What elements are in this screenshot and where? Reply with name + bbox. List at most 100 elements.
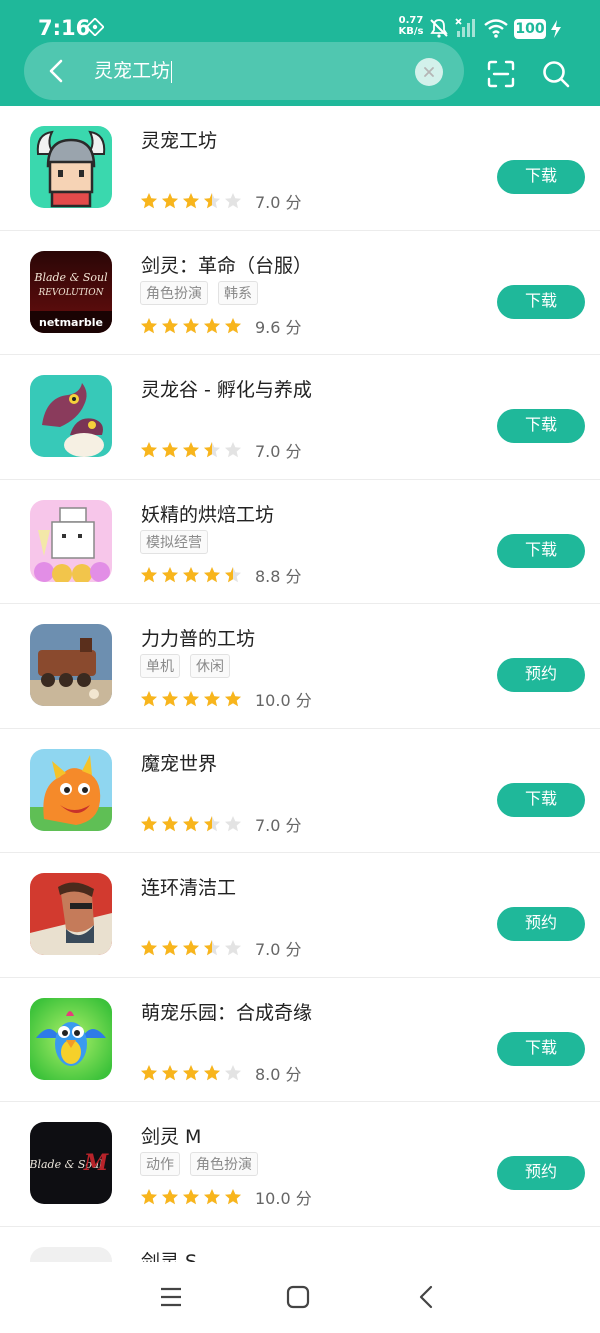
star-rating: 7.0 分 [140, 438, 302, 462]
app-icon[interactable] [30, 624, 112, 706]
tag-list: 角色扮演 韩系 [140, 280, 268, 305]
app-row-8[interactable]: Blade & Soul M 剑灵 M 动作 角色扮演 10.0 分 预约 [0, 1102, 600, 1227]
star-half-icon [225, 566, 241, 582]
search-input[interactable]: 灵宠工坊 [94, 58, 173, 84]
rating-score: 7.0 分 [255, 442, 302, 461]
app-row-5[interactable]: 魔宠世界 7.0 分 下载 [0, 729, 600, 853]
star-empty-icon [225, 193, 241, 209]
star-full-icon [141, 940, 157, 956]
star-rating: 10.0 分 [140, 687, 312, 711]
reserve-button[interactable]: 预约 [497, 907, 585, 941]
app-row-0[interactable]: 灵宠工坊 7.0 分 下载 [0, 106, 600, 231]
app-name[interactable]: 灵宠工坊 [141, 126, 217, 153]
app-name[interactable]: 魔宠世界 [141, 749, 217, 776]
download-button[interactable]: 下载 [497, 782, 585, 817]
app-name[interactable]: 灵龙谷 - 孵化与养成 [141, 375, 312, 402]
rating-score: 10.0 分 [255, 691, 312, 710]
tag-list: 动作 角色扮演 [140, 1152, 268, 1176]
network-speed: 0.77 KB/s [398, 15, 424, 37]
app-icon[interactable]: Blade & Soul REVOLUTION netmarble [30, 250, 112, 333]
tag-list: 单机 休闲 [140, 654, 240, 678]
header-bar: 7:16 0.77 KB/s 100 灵宠工坊 [0, 0, 600, 106]
download-button[interactable]: 下载 [497, 409, 585, 443]
app-name[interactable]: 剑灵 M [141, 1122, 201, 1149]
star-rating: 7.0 分 [140, 189, 302, 213]
app-name[interactable]: 力力普的工坊 [141, 624, 255, 651]
back-icon[interactable] [414, 1284, 440, 1310]
category-tag[interactable]: 角色扮演 [140, 280, 208, 305]
star-full-icon [162, 317, 178, 333]
app-row-1[interactable]: Blade & Soul REVOLUTION netmarble 剑灵：革命（… [0, 231, 600, 355]
home-icon[interactable] [285, 1284, 311, 1310]
search-query: 灵宠工坊 [94, 60, 171, 82]
star-full-icon [183, 1189, 199, 1205]
app-icon[interactable] [30, 873, 112, 955]
star-full-icon [204, 317, 220, 333]
rating-score: 7.0 分 [255, 193, 302, 212]
clear-icon[interactable] [415, 58, 443, 86]
category-tag[interactable]: 单机 [140, 654, 180, 678]
app-row-3[interactable]: 妖精的烘焙工坊 模拟经营 8.8 分 下载 [0, 480, 600, 604]
app-row-6[interactable]: 连环清洁工 7.0 分 预约 [0, 853, 600, 978]
star-full-icon [162, 940, 178, 956]
scan-icon[interactable] [486, 59, 516, 89]
app-icon[interactable] [30, 126, 112, 208]
search-icon[interactable] [541, 59, 571, 89]
app-icon[interactable]: Blade & Soul M [30, 1122, 112, 1204]
star-full-icon [183, 815, 199, 831]
app-row-4[interactable]: 力力普的工坊 单机 休闲 10.0 分 预约 [0, 604, 600, 729]
search-box[interactable] [24, 42, 464, 100]
download-button[interactable]: 下载 [497, 160, 585, 194]
app-icon[interactable] [30, 997, 112, 1080]
app-row-7[interactable]: 萌宠乐园：合成奇缘 8.0 分 下载 [0, 978, 600, 1102]
star-full-icon [225, 691, 241, 707]
category-tag[interactable]: 休闲 [190, 654, 230, 678]
star-full-icon [183, 566, 199, 582]
star-full-icon [162, 815, 178, 831]
app-name[interactable]: 剑灵：革命（台服） [141, 251, 312, 278]
download-button[interactable]: 下载 [497, 284, 585, 319]
back-arrow-icon[interactable] [42, 56, 72, 86]
star-full-icon [141, 1064, 157, 1080]
download-button[interactable]: 下载 [497, 533, 585, 568]
star-full-icon [162, 691, 178, 707]
star-full-icon [183, 940, 199, 956]
star-full-icon [183, 691, 199, 707]
star-rating: 9.6 分 [140, 314, 302, 338]
download-button[interactable]: 下载 [497, 1031, 585, 1066]
rating-score: 7.0 分 [255, 815, 302, 835]
star-half-icon [204, 442, 220, 458]
star-full-icon [141, 691, 157, 707]
app-icon[interactable] [30, 748, 112, 831]
nfc-icon [86, 18, 104, 36]
rating-score: 7.0 分 [255, 940, 302, 959]
app-icon[interactable] [30, 375, 112, 457]
app-row-2[interactable]: 灵龙谷 - 孵化与养成 7.0 分 下载 [0, 355, 600, 480]
app-name[interactable]: 妖精的烘焙工坊 [141, 500, 274, 527]
star-full-icon [141, 566, 157, 582]
star-rating: 8.0 分 [140, 1061, 302, 1085]
rating-score: 8.8 分 [255, 566, 302, 586]
star-full-icon [162, 442, 178, 458]
app-row-9[interactable]: 剑灵 S [0, 1227, 600, 1267]
battery-indicator: 100 [514, 19, 546, 39]
reserve-button[interactable]: 预约 [497, 658, 585, 692]
app-name[interactable]: 萌宠乐园：合成奇缘 [141, 998, 312, 1025]
reserve-button[interactable]: 预约 [497, 1156, 585, 1190]
rating-score: 9.6 分 [255, 317, 302, 337]
menu-icon[interactable] [158, 1284, 184, 1310]
star-full-icon [183, 442, 199, 458]
category-tag[interactable]: 模拟经营 [140, 529, 208, 554]
icon-logo-text: Blade & Soul [33, 271, 108, 284]
star-half-icon [204, 940, 220, 956]
star-full-icon [183, 193, 199, 209]
rating-score: 10.0 分 [255, 1189, 312, 1208]
star-full-icon [204, 566, 220, 582]
category-tag[interactable]: 角色扮演 [190, 1152, 258, 1176]
category-tag[interactable]: 韩系 [218, 280, 258, 305]
app-icon[interactable] [30, 499, 112, 582]
app-name[interactable]: 连环清洁工 [141, 873, 236, 900]
category-tag[interactable]: 动作 [140, 1152, 180, 1176]
clock: 7:16 [38, 16, 91, 40]
star-empty-icon [225, 815, 241, 831]
